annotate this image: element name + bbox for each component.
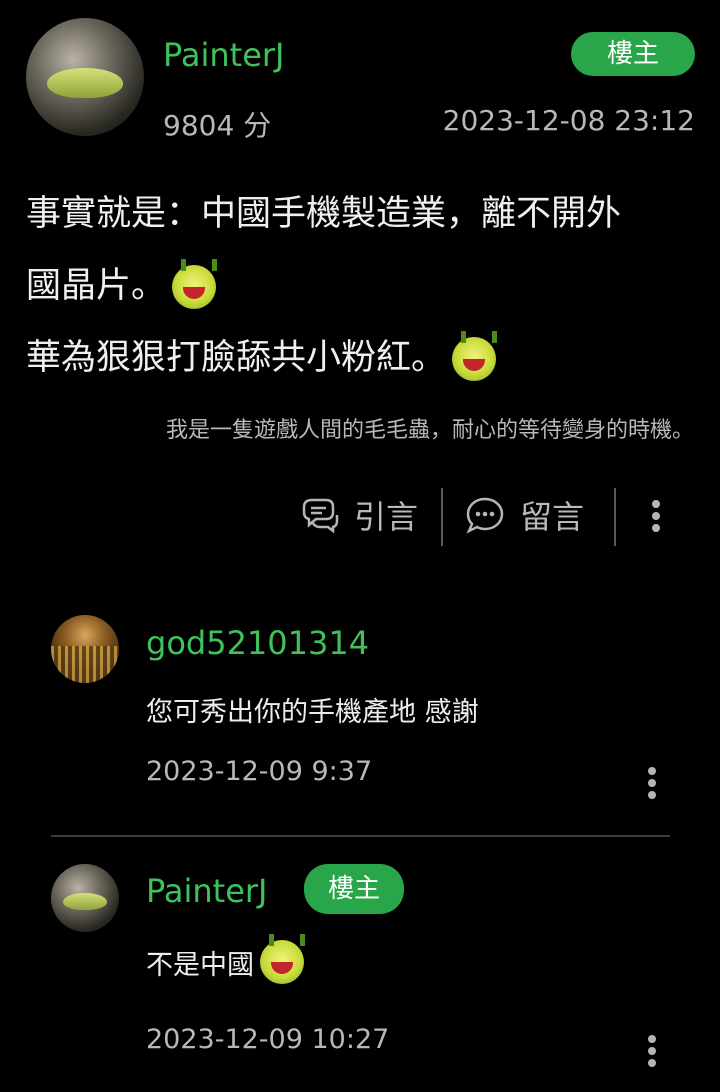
post-content-line2-text: 國晶片。 [26,266,167,306]
action-divider [441,488,443,546]
post-signature: 我是一隻遊戲人間的毛毛蟲，耐心的等待變身的時機。 [165,418,694,443]
quote-bubbles-icon [302,498,339,533]
reply-text-content: 不是中國 [146,949,254,981]
post-content: 事實就是：中國手機製造業，離不開外 國晶片。 華為狠狠打臉舔共小粉紅。 [26,178,706,394]
post-content-line1: 事實就是：中國手機製造業，離不開外 [26,194,622,234]
quote-button[interactable]: 引言 [300,490,418,540]
caterpillar-avatar-image [47,67,123,99]
reply-more-icon[interactable] [645,1035,659,1067]
post-author-score: 9804 分 [163,109,272,142]
comment-label: 留言 [520,498,585,536]
comment-button[interactable]: 留言 [464,490,584,540]
reply-author-name[interactable]: PainterJ [146,872,267,910]
action-divider [614,488,616,546]
reply-author-name[interactable]: god52101314 [146,624,369,662]
reply-author-avatar[interactable] [51,864,119,932]
quote-label: 引言 [354,498,419,536]
post-content-line3-text: 華為狠狠打臉舔共小粉紅。 [26,338,447,378]
op-badge: 樓主 [571,32,695,76]
post-more-icon[interactable] [649,500,663,532]
grinning-devil-emoji-icon [172,259,218,309]
op-badge: 樓主 [304,864,404,914]
field-avatar-image [51,645,119,683]
grinning-devil-emoji-icon [452,331,498,381]
grinning-devil-emoji-icon [260,934,305,984]
reply-timestamp: 2023-12-09 9:37 [146,756,373,787]
post-content-line3: 華為狠狠打臉舔共小粉紅。 [26,322,706,394]
reply-author-avatar[interactable] [51,615,119,683]
comment-bubble-icon [466,497,504,534]
reply-timestamp: 2023-12-09 10:27 [146,1024,390,1055]
reply-text: 不是中國 [146,934,305,984]
caterpillar-avatar-image [63,892,107,911]
post-content-line2: 國晶片。 [26,250,706,322]
post-timestamp: 2023-12-08 23:12 [442,104,695,137]
post-author-avatar[interactable] [26,18,144,136]
reply-more-icon[interactable] [645,767,659,799]
post-author-name[interactable]: PainterJ [163,36,284,74]
reply-text: 您可秀出你的手機產地 感謝 [146,697,479,728]
reply-separator [51,835,670,837]
